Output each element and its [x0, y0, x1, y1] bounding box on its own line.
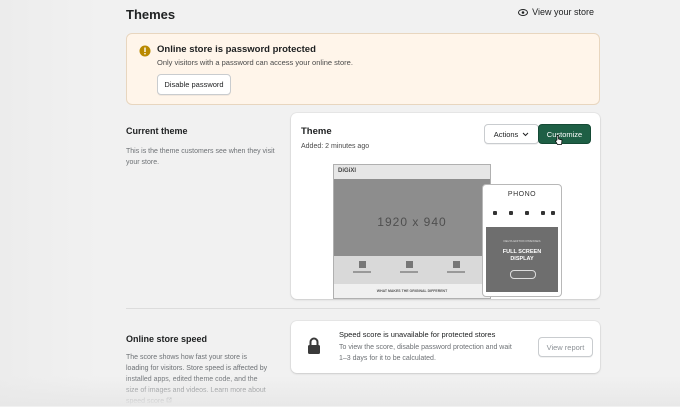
left-margin	[0, 0, 100, 406]
mobile-preview: PHONO DELTA EDITION PRESSES FULL SCREEN …	[482, 184, 562, 297]
theme-name: Theme	[301, 126, 332, 137]
section-divider	[126, 308, 600, 309]
customize-button[interactable]: Customize	[538, 124, 591, 144]
desktop-preview-header: DiGiXl	[334, 165, 490, 179]
desktop-preview-footer: WHAT MAKES THE ORIGINAL DIFFERENT	[334, 284, 490, 298]
current-theme-title: Current theme	[126, 126, 188, 136]
actions-button[interactable]: Actions	[484, 124, 539, 144]
desktop-preview-logo: DiGiXl	[338, 168, 357, 174]
view-store-link[interactable]: View your store	[518, 7, 594, 17]
banner-text: Only visitors with a password can access…	[157, 58, 353, 67]
desktop-preview: DiGiXl 1920 x 940 WHAT MAKES THE ORIGINA…	[333, 164, 491, 299]
speed-card: Speed score is unavailable for protected…	[291, 321, 600, 373]
desktop-preview-features	[334, 256, 490, 286]
themes-page: Themes View your store Online store is p…	[0, 0, 680, 406]
mobile-preview-hero: DELTA EDITION PRESSES FULL SCREEN DISPLA…	[486, 227, 558, 292]
view-report-button[interactable]: View report	[538, 337, 593, 357]
mobile-preview-icons	[491, 211, 555, 217]
speed-card-title: Speed score is unavailable for protected…	[339, 330, 496, 339]
theme-added-time: Added: 2 minutes ago	[301, 143, 370, 150]
mobile-preview-button	[510, 270, 536, 279]
actions-label: Actions	[493, 129, 519, 139]
mobile-preview-small-text: DELTA EDITION PRESSES	[503, 239, 541, 243]
disable-password-button[interactable]: Disable password	[157, 74, 231, 95]
password-banner: Online store is password protected Only …	[126, 33, 600, 105]
speed-title: Online store speed	[126, 334, 208, 344]
mobile-preview-headline: FULL SCREEN DISPLAY	[502, 249, 542, 262]
desktop-preview-size: 1920 x 940	[377, 215, 447, 229]
current-theme-description: This is the theme customers see when the…	[126, 148, 275, 166]
view-store-label: View your store	[532, 7, 594, 17]
lock-icon	[308, 337, 320, 354]
page-title: Themes	[126, 7, 176, 22]
theme-card: Theme Added: 2 minutes ago Actions Custo…	[291, 113, 600, 299]
chevron-down-icon	[522, 132, 529, 136]
speed-card-text: To view the score, disable password prot…	[339, 344, 512, 362]
mobile-preview-logo: PHONO	[507, 191, 537, 198]
bottom-fade	[0, 376, 680, 406]
pointer-cursor-icon	[555, 135, 563, 145]
banner-title: Online store is password protected	[157, 44, 316, 55]
info-icon	[139, 45, 151, 57]
eye-icon	[518, 8, 529, 16]
